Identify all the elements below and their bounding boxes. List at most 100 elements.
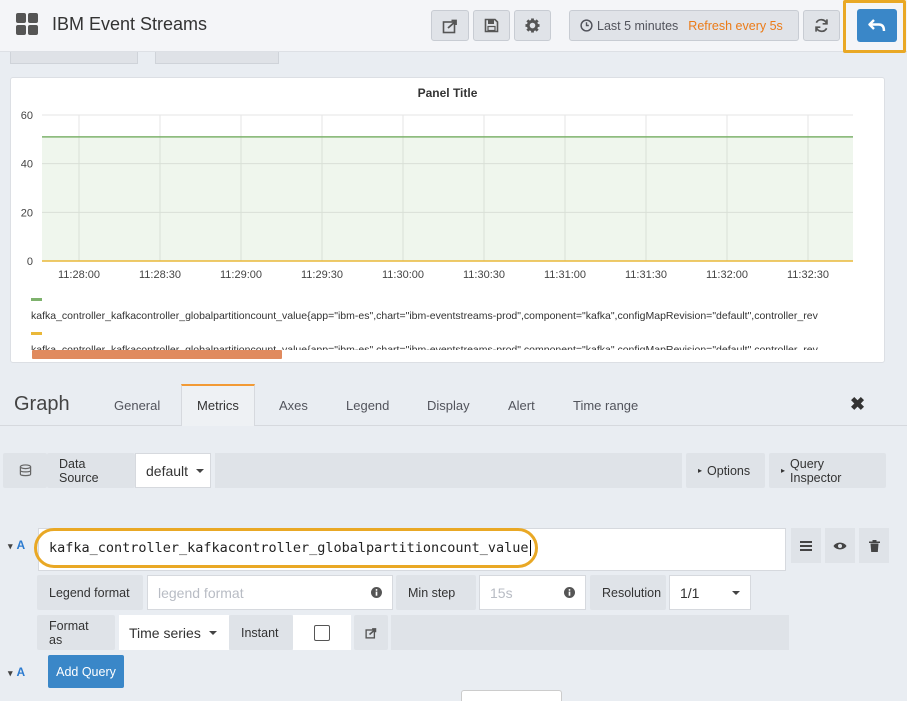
- legend-format-label: Legend format: [37, 575, 143, 610]
- resolution-label: Resolution: [590, 575, 666, 610]
- data-source-select[interactable]: default: [135, 453, 211, 488]
- query-highlight: [34, 528, 538, 568]
- refresh-icon: [815, 18, 828, 33]
- panel-editor-header: Graph General Metrics Axes Legend Displa…: [0, 384, 907, 426]
- query-menu-button[interactable]: [791, 528, 821, 563]
- dashboard-picker[interactable]: IBM Event Streams: [16, 13, 207, 35]
- x-tick-label: 11:29:30: [301, 269, 343, 278]
- y-tick-label: 60: [21, 110, 33, 122]
- legend-format-input[interactable]: legend format: [147, 575, 393, 610]
- editor-title: Graph: [14, 393, 70, 415]
- top-navbar: IBM Event Streams Last 5 minutes Refresh…: [0, 0, 907, 53]
- instant-label: Instant: [229, 615, 293, 650]
- row-filler: [391, 615, 789, 650]
- open-in-explore-button[interactable]: [354, 615, 388, 650]
- resolution-select[interactable]: 1/1: [669, 575, 751, 610]
- info-icon: [371, 587, 382, 598]
- min-step-input[interactable]: 15s: [479, 575, 586, 610]
- tab-display[interactable]: Display: [427, 398, 470, 413]
- x-tick-label: 11:32:00: [706, 269, 748, 278]
- tab-general[interactable]: General: [114, 398, 160, 413]
- clock-icon: [580, 19, 593, 32]
- chevron-down-icon: [732, 590, 740, 595]
- bottom-tab-partial[interactable]: [461, 690, 562, 701]
- query-letter: A: [16, 665, 26, 679]
- back-button-highlight: [843, 0, 906, 53]
- data-source-label: Data Source: [47, 453, 135, 488]
- toggle-query-visibility-button[interactable]: [825, 528, 855, 563]
- share-icon: [365, 627, 377, 639]
- x-tick-label: 11:28:30: [139, 269, 181, 278]
- database-icon: [3, 453, 47, 488]
- graph-chart: 0 20 40 60 11:28:00 11:28:30 11:29:00 11:29:30 1…: [21, 110, 853, 278]
- instant-checkbox[interactable]: [314, 624, 330, 641]
- refresh-interval-label: Refresh every 5s: [688, 18, 783, 33]
- tab-time-range[interactable]: Time range: [573, 398, 638, 413]
- x-tick-label: 11:30:00: [382, 269, 424, 278]
- close-editor-icon[interactable]: ✖: [850, 394, 865, 415]
- instant-checkbox-wrap: [293, 615, 351, 650]
- tab-metrics[interactable]: Metrics: [181, 384, 255, 426]
- dashboard-grid-icon: [16, 13, 38, 35]
- chevron-right-icon: ▸: [781, 466, 786, 475]
- options-toggle[interactable]: ▸ Options: [686, 453, 765, 488]
- legend-series-1[interactable]: kafka_controller_kafkacontroller_globalp…: [31, 310, 873, 322]
- tab-axes[interactable]: Axes: [279, 398, 308, 413]
- share-dashboard-button[interactable]: [431, 10, 469, 41]
- min-step-label: Min step: [396, 575, 476, 610]
- legend-format-placeholder: legend format: [158, 584, 244, 601]
- data-source-row: Data Source default ▸ Options ▸ Query Insp…: [3, 453, 888, 488]
- variable-selector-partial[interactable]: [10, 52, 138, 64]
- chevron-down-icon: [208, 630, 217, 635]
- caret-down-icon: ▾: [8, 541, 13, 551]
- delete-query-button[interactable]: [859, 528, 889, 563]
- dashboard-settings-button[interactable]: [514, 10, 551, 41]
- caret-down-icon: ▾: [8, 668, 13, 678]
- share-icon: [442, 19, 457, 33]
- format-as-row: Format as Time series Instant: [37, 615, 789, 650]
- chevron-right-icon: ▸: [698, 466, 703, 475]
- x-tick-label: 11:32:30: [787, 269, 829, 278]
- tab-alert[interactable]: Alert: [508, 398, 535, 413]
- hamburger-icon: [800, 540, 812, 551]
- query-inspector-toggle[interactable]: ▸ Query Inspector: [769, 453, 886, 488]
- time-range-label: Last 5 minutes: [597, 18, 679, 33]
- trash-icon: [868, 539, 880, 552]
- eye-icon: [833, 542, 847, 549]
- y-tick-label: 0: [27, 256, 33, 268]
- legend-scrollbar[interactable]: [32, 350, 282, 359]
- data-source-value: default: [146, 462, 189, 479]
- variable-selector-partial[interactable]: [155, 52, 279, 64]
- new-query-collapse[interactable]: ▾ A: [8, 665, 25, 679]
- query-a-collapse[interactable]: ▾ A: [8, 538, 25, 552]
- add-query-button[interactable]: Add Query: [48, 655, 124, 688]
- y-tick-label: 20: [21, 207, 33, 219]
- refresh-dashboard-button[interactable]: [803, 10, 840, 41]
- format-as-select[interactable]: Time series: [119, 615, 229, 650]
- options-label: Options: [707, 463, 751, 478]
- legend-series-1-color: [31, 298, 42, 301]
- x-tick-label: 11:30:30: [463, 269, 505, 278]
- tab-legend[interactable]: Legend: [346, 398, 389, 413]
- query-inspector-label: Query Inspector: [790, 456, 842, 485]
- x-tick-label: 11:29:00: [220, 269, 262, 278]
- dashboard-title[interactable]: IBM Event Streams: [52, 14, 207, 35]
- format-as-label: Format as: [37, 615, 115, 650]
- y-tick-label: 40: [21, 159, 33, 171]
- format-as-value: Time series: [129, 624, 201, 641]
- graph-panel: Panel Title 0 20 40 60 11:28:00 11:28:30 11:29…: [10, 77, 885, 363]
- info-icon: [564, 587, 575, 598]
- row-filler: [215, 453, 682, 488]
- time-range-picker[interactable]: Last 5 minutes Refresh every 5s: [569, 10, 799, 41]
- query-letter: A: [16, 538, 26, 552]
- x-tick-label: 11:28:00: [58, 269, 100, 278]
- save-icon: [484, 18, 499, 33]
- save-dashboard-button[interactable]: [473, 10, 510, 41]
- chevron-down-icon: [196, 468, 205, 473]
- legend-series-2-color: [31, 332, 42, 335]
- series-1-area: [42, 136, 853, 261]
- legend-format-row: Legend format legend format Min step 15s…: [37, 575, 753, 610]
- x-tick-label: 11:31:30: [625, 269, 667, 278]
- gear-icon: [525, 18, 540, 33]
- resolution-value: 1/1: [680, 584, 700, 601]
